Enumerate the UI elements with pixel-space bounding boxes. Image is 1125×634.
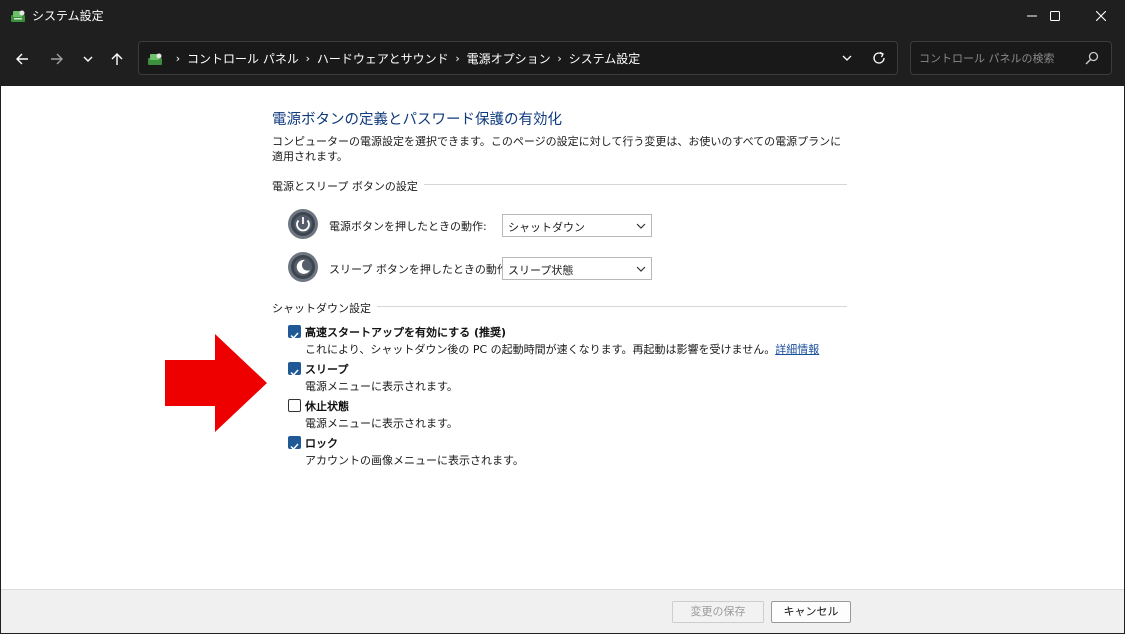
group-label-shutdown: シャットダウン設定 bbox=[272, 300, 377, 316]
lock-label[interactable]: ロック bbox=[305, 435, 338, 451]
select-value: シャットダウン bbox=[508, 221, 585, 234]
select-value: スリープ状態 bbox=[508, 264, 574, 277]
recent-locations-button[interactable] bbox=[75, 46, 101, 72]
footer-bar: 変更の保存 キャンセル bbox=[1, 589, 1124, 633]
address-bar[interactable]: › コントロール パネル › ハードウェアとサウンド › 電源オプション › シ… bbox=[138, 41, 898, 75]
window-title: システム設定 bbox=[32, 9, 104, 23]
chevron-down-icon[interactable] bbox=[839, 50, 855, 66]
cancel-button[interactable]: キャンセル bbox=[771, 601, 851, 623]
up-button[interactable] bbox=[104, 46, 130, 72]
close-button[interactable] bbox=[1078, 0, 1124, 32]
lock-checkbox[interactable] bbox=[288, 436, 301, 451]
chevron-right-icon: › bbox=[175, 51, 181, 65]
hibernate-description: 電源メニューに表示されます。 bbox=[305, 417, 458, 430]
checkmark-icon bbox=[290, 369, 299, 377]
search-icon[interactable] bbox=[1085, 51, 1099, 65]
chevron-right-icon[interactable]: › bbox=[551, 52, 569, 65]
fast-startup-checkbox[interactable] bbox=[288, 325, 301, 340]
lock-description: アカウントの画像メニューに表示されます。 bbox=[305, 454, 524, 467]
close-icon bbox=[1096, 11, 1106, 21]
breadcrumb-item[interactable]: ハードウェアとサウンド bbox=[317, 50, 449, 67]
page-title: 電源ボタンの定義とパスワード保護の有効化 bbox=[272, 112, 562, 128]
back-arrow-icon bbox=[16, 53, 28, 65]
checkmark-icon bbox=[290, 443, 299, 451]
more-info-link[interactable]: 詳細情報 bbox=[775, 343, 819, 356]
fast-startup-description: これにより、シャットダウン後の PC の起動時間が速くなります。再起動は影響を受… bbox=[305, 341, 819, 357]
sleep-button-action-label: スリープ ボタンを押したときの動作: bbox=[329, 263, 512, 276]
checkmark-icon bbox=[290, 332, 299, 340]
power-button-action-label: 電源ボタンを押したときの動作: bbox=[329, 220, 487, 233]
hibernate-checkbox[interactable] bbox=[288, 399, 301, 412]
up-arrow-icon bbox=[111, 53, 123, 65]
sleep-button-icon bbox=[288, 252, 318, 282]
page-description: コンピューターの電源設定を選択できます。このページの設定に対して行う変更は、お使… bbox=[272, 135, 842, 163]
breadcrumb-item[interactable]: 電源オプション bbox=[467, 50, 551, 67]
fast-startup-desc-text: これにより、シャットダウン後の PC の起動時間が速くなります。再起動は影響を受… bbox=[305, 343, 776, 356]
control-panel-icon bbox=[148, 53, 162, 65]
chevron-down-icon bbox=[636, 223, 646, 229]
search-box[interactable] bbox=[910, 41, 1112, 75]
sleep-label[interactable]: スリープ bbox=[305, 361, 348, 377]
breadcrumb: › コントロール パネル › ハードウェアとサウンド › 電源オプション › シ… bbox=[169, 42, 640, 74]
power-button-action-select[interactable]: シャットダウン bbox=[502, 214, 652, 237]
group-label-power-buttons: 電源とスリープ ボタンの設定 bbox=[272, 178, 424, 194]
chevron-down-icon bbox=[636, 266, 646, 272]
breadcrumb-item[interactable]: コントロール パネル bbox=[187, 50, 299, 67]
hibernate-label[interactable]: 休止状態 bbox=[305, 398, 349, 414]
chevron-down-icon bbox=[83, 56, 93, 62]
refresh-icon[interactable] bbox=[871, 50, 887, 66]
back-button[interactable] bbox=[9, 46, 35, 72]
maximize-icon bbox=[1050, 11, 1060, 21]
forward-button[interactable] bbox=[44, 46, 70, 72]
content-area: 電源ボタンの定義とパスワード保護の有効化 コンピューターの電源設定を選択できます… bbox=[1, 86, 1124, 589]
breadcrumb-item[interactable]: システム設定 bbox=[569, 50, 641, 67]
sleep-button-action-select[interactable]: スリープ状態 bbox=[502, 257, 652, 280]
red-arrow-icon bbox=[165, 334, 267, 432]
chevron-right-icon[interactable]: › bbox=[449, 52, 467, 65]
title-bar: システム設定 bbox=[0, 0, 1125, 32]
sleep-description: 電源メニューに表示されます。 bbox=[305, 380, 458, 393]
fast-startup-label[interactable]: 高速スタートアップを有効にする (推奨) bbox=[305, 324, 506, 340]
forward-arrow-icon bbox=[51, 53, 63, 65]
maximize-button[interactable] bbox=[1032, 0, 1078, 32]
navigation-bar: › コントロール パネル › ハードウェアとサウンド › 電源オプション › シ… bbox=[0, 32, 1125, 86]
control-panel-icon bbox=[11, 10, 25, 22]
power-button-icon bbox=[288, 209, 318, 239]
sleep-checkbox[interactable] bbox=[288, 362, 301, 377]
save-changes-button[interactable]: 変更の保存 bbox=[672, 601, 764, 623]
search-input[interactable] bbox=[919, 49, 1079, 67]
chevron-right-icon[interactable]: › bbox=[299, 52, 317, 65]
